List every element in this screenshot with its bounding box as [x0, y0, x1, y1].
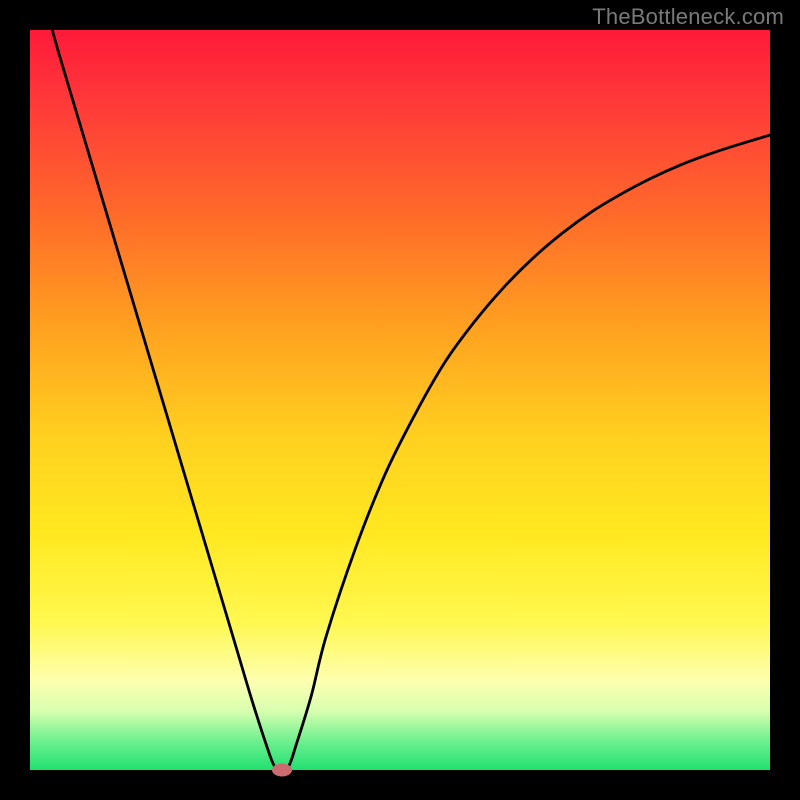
bottleneck-curve-path [30, 30, 770, 770]
optimal-point-marker [272, 764, 292, 777]
chart-container: TheBottleneck.com [0, 0, 800, 800]
plot-area [30, 30, 770, 770]
curve-svg [30, 30, 770, 770]
watermark-label: TheBottleneck.com [592, 4, 784, 30]
